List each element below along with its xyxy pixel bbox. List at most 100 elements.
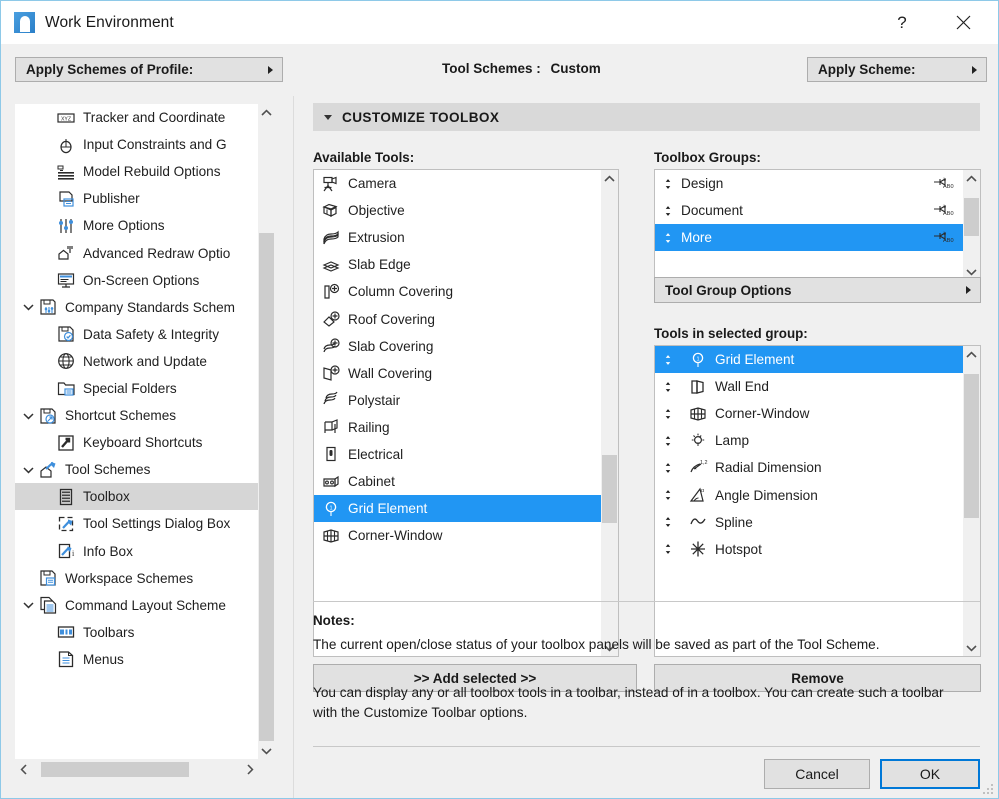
reorder-handle-icon[interactable] — [655, 228, 681, 248]
tool-group-options-button[interactable]: Tool Group Options — [654, 277, 981, 303]
tree-vertical-scrollbar[interactable] — [258, 104, 275, 759]
reorder-handle-icon[interactable] — [655, 485, 681, 505]
apply-scheme-button[interactable]: Apply Scheme: — [807, 57, 987, 82]
available-tool-row[interactable]: Slab Edge — [314, 251, 601, 278]
tree-scroll-left-button[interactable] — [15, 761, 32, 778]
available-tool-row[interactable]: Camera — [314, 170, 601, 197]
available-scroll-up-button[interactable] — [601, 170, 618, 187]
reorder-handle-icon[interactable] — [655, 350, 681, 370]
available-tools-list[interactable]: Camera Objective Extrusion Slab Edge Column … — [313, 169, 619, 657]
available-tool-row[interactable]: Cabinet — [314, 468, 601, 495]
available-tool-row[interactable]: Slab Covering — [314, 333, 601, 360]
toolbox-group-row[interactable]: Design b AB0 — [655, 170, 963, 197]
settings-tree-list[interactable]: XYZ Tracker and Coordinate Input Constrain… — [15, 104, 258, 759]
group-tool-row[interactable]: 1,2 Radial Dimension — [655, 454, 963, 481]
available-tool-row[interactable]: Column Covering — [314, 278, 601, 305]
sidebar-item-special-folders[interactable]: Special Folders — [15, 375, 258, 402]
group-tool-row[interactable]: Hotspot — [655, 536, 963, 563]
groups-scroll-up-button[interactable] — [963, 170, 980, 187]
sidebar-item-info-box[interactable]: i Info Box — [15, 538, 258, 565]
group-tool-row[interactable]: Spline — [655, 509, 963, 536]
available-tool-row[interactable]: Roof Covering — [314, 305, 601, 332]
sidebar-item-tracker-and-coordinate[interactable]: XYZ Tracker and Coordinate — [15, 104, 258, 131]
cancel-button[interactable]: Cancel — [764, 759, 870, 789]
sidebar-item-command-layout-scheme[interactable]: Command Layout Scheme — [15, 592, 258, 619]
sidebar-item-tool-schemes[interactable]: Tool Schemes — [15, 456, 258, 483]
sidebar-item-workspace-schemes[interactable]: Workspace Schemes — [15, 565, 258, 592]
toolbox-groups-list[interactable]: Design b AB0 Document b AB0 More b AB0 — [654, 169, 981, 281]
sidebar-item-shortcut-schemes[interactable]: Shortcut Schemes — [15, 402, 258, 429]
resize-grip-icon[interactable] — [981, 782, 995, 796]
toolbox-group-row[interactable]: More b AB0 — [655, 224, 963, 252]
available-tool-row[interactable]: Objective — [314, 197, 601, 224]
sidebar-item-more-options[interactable]: More Options — [15, 212, 258, 239]
close-button[interactable] — [940, 1, 986, 44]
sidebar-item-data-safety-integrity[interactable]: Data Safety & Integrity — [15, 321, 258, 348]
tree-hscroll-thumb[interactable] — [41, 762, 189, 777]
available-tool-label: Grid Element — [348, 501, 428, 517]
apply-schemes-of-profile-button[interactable]: Apply Schemes of Profile: — [15, 57, 283, 82]
reorder-handle-icon[interactable] — [655, 458, 681, 478]
sidebar-item-keyboard-shortcuts[interactable]: Keyboard Shortcuts — [15, 429, 258, 456]
available-tool-row[interactable]: Wall Covering — [314, 360, 601, 387]
group-tool-row[interactable]: α Angle Dimension — [655, 481, 963, 508]
sidebar-item-toolbox[interactable]: Toolbox — [15, 483, 258, 511]
sidebar-item-company-standards-schem[interactable]: Company Standards Schem — [15, 294, 258, 321]
customize-toolbox-header[interactable]: CUSTOMIZE TOOLBOX — [313, 103, 980, 131]
tools-in-group-scrollbar[interactable] — [963, 346, 980, 656]
available-tool-row[interactable]: Extrusion — [314, 224, 601, 251]
command-layout-icon — [35, 594, 61, 616]
help-button[interactable]: ? — [879, 1, 925, 44]
sidebar-item-publisher[interactable]: Publisher — [15, 185, 258, 212]
corner-window-icon — [314, 526, 348, 546]
group-tool-row[interactable]: Wall End — [655, 373, 963, 400]
reorder-handle-icon[interactable] — [655, 174, 681, 194]
toolbox-group-row[interactable]: Document b AB0 — [655, 197, 963, 224]
chevron-down-icon[interactable] — [21, 592, 35, 619]
group-tool-row[interactable]: 1 Grid Element — [655, 346, 963, 374]
selgroup-scroll-thumb[interactable] — [964, 374, 979, 518]
available-tool-label: Wall Covering — [348, 365, 433, 381]
group-tool-row[interactable]: Corner-Window — [655, 400, 963, 427]
available-tool-row[interactable]: 1 Grid Element — [314, 495, 601, 523]
reorder-handle-icon[interactable] — [655, 404, 681, 424]
available-tools-scrollbar[interactable] — [601, 170, 618, 656]
sidebar-item-input-constraints-and-g[interactable]: Input Constraints and G — [15, 131, 258, 158]
reorder-handle-icon[interactable] — [655, 512, 681, 532]
available-tool-row[interactable]: Corner-Window — [314, 522, 601, 549]
available-tool-row[interactable]: Railing — [314, 414, 601, 441]
sidebar-item-model-rebuild-options[interactable]: Model Rebuild Options — [15, 158, 258, 185]
available-tool-row[interactable]: Electrical — [314, 441, 601, 468]
tree-scroll-down-button[interactable] — [258, 742, 275, 759]
sidebar-item-menus[interactable]: Menus — [15, 646, 258, 673]
reorder-handle-icon[interactable] — [655, 539, 681, 559]
tree-scroll-up-button[interactable] — [258, 104, 275, 121]
tree-horizontal-scrollbar[interactable] — [15, 761, 258, 778]
sidebar-item-advanced-redraw-optio[interactable]: Advanced Redraw Optio — [15, 239, 258, 266]
selgroup-scroll-up-button[interactable] — [963, 346, 980, 363]
tree-scroll-right-button[interactable] — [241, 761, 258, 778]
settings-tree-panel: XYZ Tracker and Coordinate Input Constrain… — [15, 104, 275, 759]
chevron-down-icon[interactable] — [21, 402, 35, 429]
ok-button[interactable]: OK — [880, 759, 980, 789]
chevron-down-icon[interactable] — [21, 294, 35, 321]
toolbox-groups-scrollbar[interactable] — [963, 170, 980, 280]
objective-icon — [314, 201, 348, 221]
reorder-handle-icon[interactable] — [655, 377, 681, 397]
tools-in-group-list[interactable]: 1 Grid Element Wall End Corner-Window Lamp 1,… — [654, 345, 981, 657]
reorder-handle-icon[interactable] — [655, 201, 681, 221]
reorder-handle-icon[interactable] — [655, 431, 681, 451]
svg-text:1: 1 — [696, 356, 699, 362]
sidebar-item-on-screen-options[interactable]: On-Screen Options — [15, 267, 258, 294]
groups-scroll-thumb[interactable] — [964, 198, 979, 236]
available-tool-row[interactable]: Polystair — [314, 387, 601, 414]
group-tool-row[interactable]: Lamp — [655, 427, 963, 454]
corner-window-icon — [681, 404, 715, 424]
chevron-down-icon[interactable] — [21, 456, 35, 483]
sidebar-item-toolbars[interactable]: Toolbars — [15, 619, 258, 646]
tree-scroll-thumb[interactable] — [259, 233, 274, 741]
sidebar-item-network-and-update[interactable]: Network and Update — [15, 348, 258, 375]
sidebar-item-tool-settings-dialog-box[interactable]: Tool Settings Dialog Box — [15, 510, 258, 537]
available-scroll-thumb[interactable] — [602, 455, 617, 523]
